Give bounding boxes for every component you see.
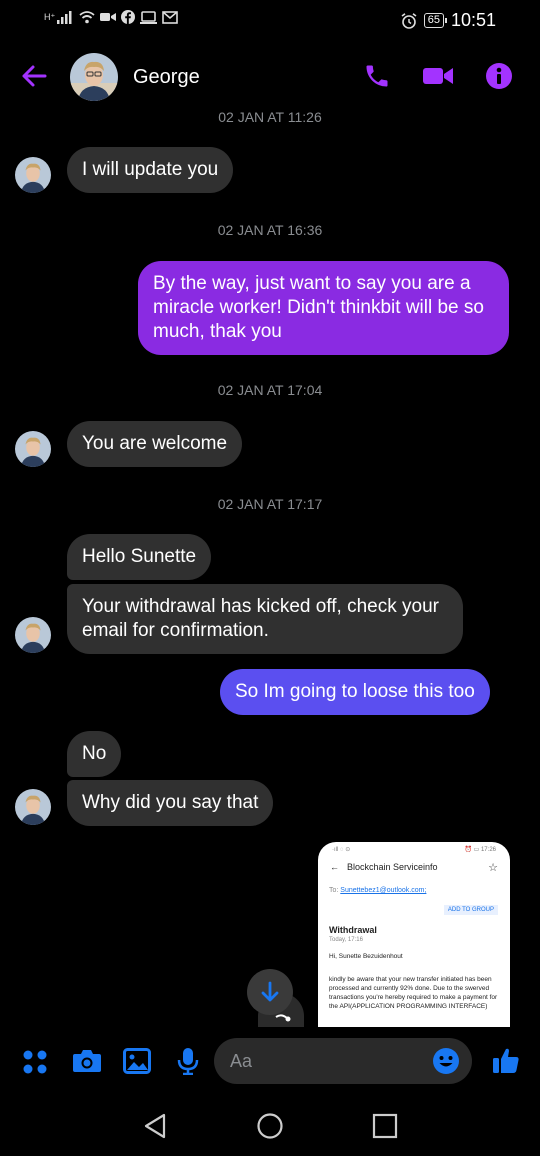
info-icon	[486, 63, 512, 89]
nav-recents-button[interactable]	[372, 1112, 398, 1145]
phone-icon	[366, 65, 388, 87]
wifi-icon	[79, 11, 95, 24]
signal-icon	[57, 11, 72, 24]
apps-icon	[23, 1050, 47, 1074]
clock: 10:51	[450, 10, 496, 30]
arrow-down-icon	[261, 981, 279, 1002]
email-body: kindly be aware that your new transfer i…	[329, 976, 498, 1010]
avatar-image	[15, 789, 51, 825]
email-back-icon: ←	[330, 862, 339, 872]
email-date: Today, 17:16	[329, 937, 363, 943]
add-to-group-label: ADD TO GROUP	[443, 905, 498, 915]
contact-avatar[interactable]	[70, 53, 118, 101]
battery-indicator: 65	[423, 13, 448, 28]
message-input-placeholder: Aa	[230, 1051, 253, 1071]
email-to-address: Sunettebez1@outlook.com;	[340, 887, 427, 894]
sender-avatar	[15, 157, 51, 193]
gallery-button[interactable]	[123, 1048, 151, 1079]
incoming-message[interactable]: I will update you	[67, 147, 234, 193]
camera-button[interactable]	[72, 1048, 102, 1079]
email-to-label: To:	[329, 887, 339, 894]
sender-avatar	[15, 431, 51, 467]
attachment-status-bar: ·ıll ◌ ⊙ ⏰ ▭ 17:26	[332, 847, 496, 853]
sender-avatar	[15, 789, 51, 825]
gallery-icon	[123, 1048, 151, 1074]
signal-type-text: H⁺	[44, 11, 56, 22]
emoji-button[interactable]	[432, 1047, 460, 1080]
circle-home-icon	[257, 1113, 283, 1139]
like-icon	[493, 1048, 519, 1073]
avatar-image	[70, 53, 118, 101]
square-recents-icon	[372, 1113, 398, 1139]
avatar-image	[15, 157, 51, 193]
video-call-button[interactable]	[422, 62, 454, 95]
email-header: ← Blockchain Serviceinfo	[330, 862, 498, 872]
timestamp: 02 JAN AT 11:26	[218, 109, 322, 125]
incoming-message[interactable]: Why did you say that	[67, 780, 274, 826]
back-arrow-icon	[22, 65, 47, 87]
star-icon: ☆	[488, 862, 498, 874]
triangle-back-icon	[144, 1113, 166, 1139]
message-input[interactable]: Aa	[214, 1038, 472, 1084]
system-navigation-bar	[0, 1100, 540, 1156]
timestamp: 02 JAN AT 16:36	[217, 222, 323, 238]
video-call-status-icon	[100, 13, 117, 21]
microphone-icon	[177, 1048, 199, 1076]
like-button[interactable]	[492, 1046, 520, 1079]
image-attachment[interactable]: ·ıll ◌ ⊙ ⏰ ▭ 17:26 ← Blockchain Servicein…	[318, 842, 510, 1027]
video-icon	[423, 68, 453, 84]
facebook-icon	[121, 10, 136, 24]
camera-icon	[73, 1050, 101, 1072]
back-button[interactable]	[20, 62, 48, 95]
alarm-icon	[401, 12, 417, 29]
email-subject: Withdrawal	[329, 925, 377, 935]
incoming-message[interactable]: Your withdrawal has kicked off, check yo…	[67, 584, 463, 654]
voice-message-button[interactable]	[176, 1047, 200, 1080]
chat-header: George	[0, 48, 540, 106]
info-button[interactable]	[485, 62, 513, 95]
avatar-image	[15, 617, 51, 653]
outgoing-message[interactable]: So Im going to loose this too	[220, 669, 490, 715]
status-bar: H⁺ 65 10:51	[0, 0, 540, 40]
email-sender: Blockchain Serviceinfo	[347, 862, 438, 872]
email-to: To: Sunettebez1@outlook.com;	[329, 887, 426, 894]
avatar-image	[15, 431, 51, 467]
incoming-message[interactable]: You are welcome	[67, 421, 243, 467]
incoming-message[interactable]: Hello Sunette	[67, 534, 212, 580]
apps-button[interactable]	[22, 1049, 48, 1080]
nav-back-button[interactable]	[142, 1112, 168, 1145]
outgoing-message[interactable]: By the way, just want to say you are a m…	[138, 261, 509, 355]
email-greeting: Hi, Sunette Bezuidenhout	[329, 953, 403, 960]
timestamp: 02 JAN AT 17:04	[217, 382, 323, 398]
contact-name[interactable]: George	[133, 66, 200, 89]
composer: Aa	[0, 1036, 540, 1086]
scroll-to-bottom-button[interactable]	[247, 969, 293, 1015]
sender-avatar	[15, 617, 51, 653]
mail-icon	[162, 10, 179, 24]
timestamp: 02 JAN AT 17:17	[217, 496, 323, 512]
incoming-message[interactable]: No	[67, 731, 122, 777]
voice-call-button[interactable]	[363, 62, 391, 95]
status-right: 65 10:51	[401, 10, 496, 31]
laptop-icon	[140, 10, 158, 24]
emoji-icon	[433, 1048, 459, 1074]
nav-home-button[interactable]	[256, 1112, 284, 1145]
status-left: H⁺	[44, 10, 179, 24]
